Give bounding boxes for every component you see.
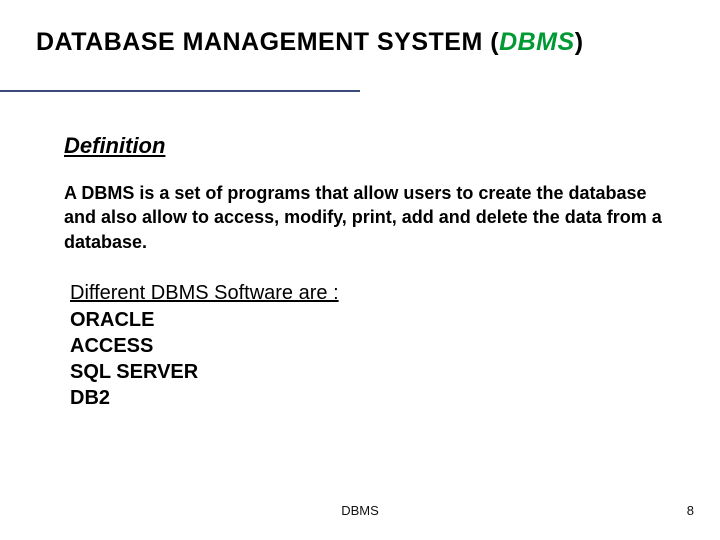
- slide-title: DATABASE MANAGEMENT SYSTEM (DBMS): [36, 28, 684, 57]
- title-underline: [0, 90, 360, 92]
- definition-heading: Definition: [64, 133, 684, 159]
- title-pre: DATABASE MANAGEMENT SYSTEM (: [36, 28, 499, 56]
- content-area: Definition A DBMS is a set of programs t…: [36, 133, 684, 411]
- software-heading: Different DBMS Software are :: [70, 282, 684, 305]
- software-list: ORACLE ACCESS SQL SERVER DB2: [70, 307, 684, 411]
- list-item: SQL SERVER: [70, 359, 684, 385]
- title-post: ): [575, 28, 584, 56]
- title-emphasis: DBMS: [499, 28, 575, 56]
- slide: DATABASE MANAGEMENT SYSTEM (DBMS) Defini…: [0, 0, 720, 540]
- footer-label: DBMS: [0, 503, 720, 518]
- list-item: DB2: [70, 385, 684, 411]
- definition-text: A DBMS is a set of programs that allow u…: [64, 181, 664, 254]
- page-number: 8: [687, 503, 694, 518]
- list-item: ACCESS: [70, 333, 684, 359]
- list-item: ORACLE: [70, 307, 684, 333]
